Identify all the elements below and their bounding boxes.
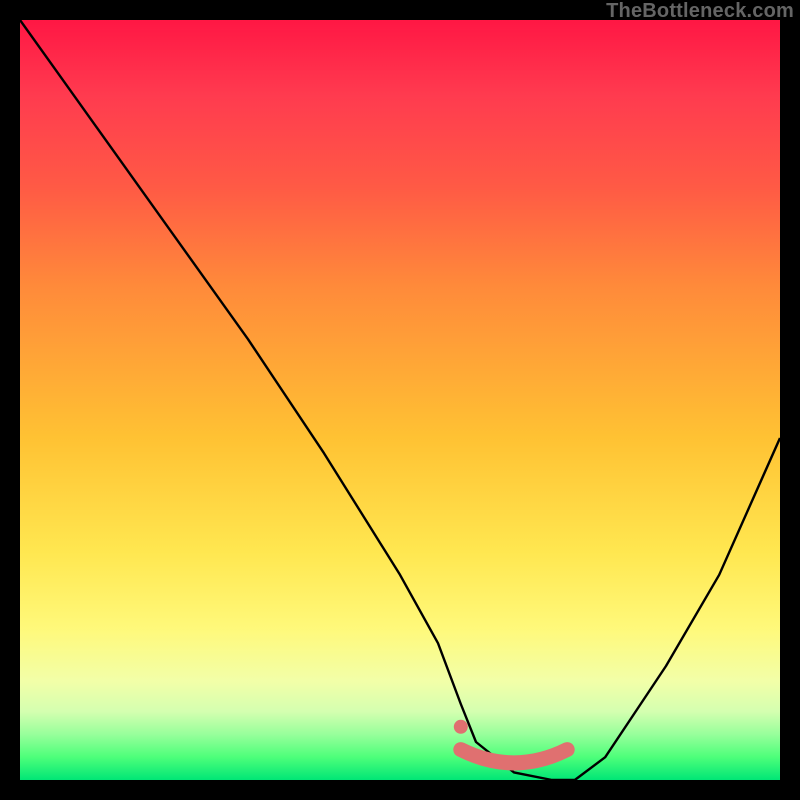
background-gradient xyxy=(20,20,780,780)
plot-area xyxy=(20,20,780,780)
chart-stage: TheBottleneck.com xyxy=(0,0,800,800)
